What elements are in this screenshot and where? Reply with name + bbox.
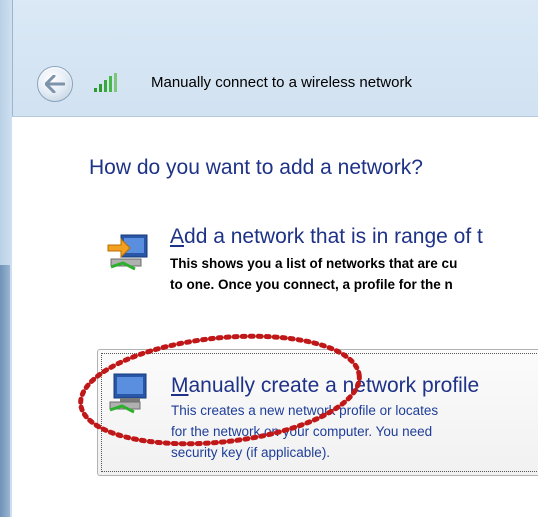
option-description-line: security key (if applicable). (171, 445, 331, 460)
back-button[interactable] (37, 66, 73, 102)
option-description: This shows you a list of networks that a… (170, 253, 457, 295)
network-computer-icon (109, 373, 147, 414)
option-title-accesskey: M (171, 374, 189, 397)
option-add-network-in-range[interactable]: Add a network that is in range of t This… (97, 215, 538, 335)
back-arrow-icon (45, 75, 65, 93)
title-bar: Manually connect to a wireless network (12, 0, 538, 116)
option-title-accesskey: A (170, 225, 185, 248)
option-description-line: for the network on your computer. You ne… (171, 424, 433, 439)
wizard-content: How do you want to add a network? Add a … (12, 116, 538, 518)
window-title: Manually connect to a wireless network (151, 74, 412, 91)
wireless-signal-icon (94, 73, 117, 92)
network-arrow-icon (107, 234, 148, 271)
option-description-line: This creates a new network profile or lo… (171, 403, 439, 418)
option-description-line: This shows you a list of networks that a… (170, 256, 458, 271)
window-frame: Manually connect to a wireless network H… (0, 0, 538, 518)
option-description-line: to one. Once you connect, a profile for … (170, 277, 453, 292)
option-title-rest: anually create a network profile (188, 374, 480, 397)
option-description: This creates a new network profile or lo… (171, 400, 438, 463)
option-title: Add a network that is in range of t (170, 225, 483, 249)
page-heading: How do you want to add a network? (89, 156, 423, 179)
option-manually-create-profile[interactable]: Manually create a network profile This c… (97, 349, 538, 476)
option-title-rest: dd a network that is in range of t (184, 225, 483, 248)
option-title: Manually create a network profile (171, 374, 479, 398)
